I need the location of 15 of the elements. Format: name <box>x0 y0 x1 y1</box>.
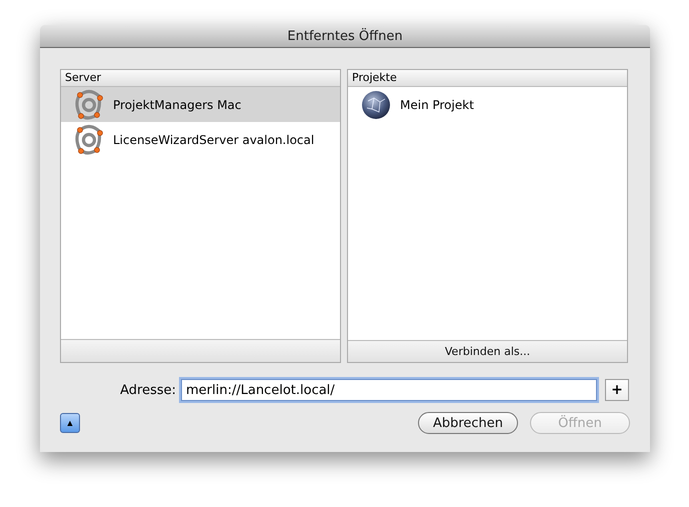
dialog-button[interactable]: Abbrechen <box>418 412 518 434</box>
address-field[interactable]: merlin://Lancelot.local/ <box>181 379 597 401</box>
connect-as-button[interactable]: Verbinden als... <box>348 340 627 362</box>
address-label: Adresse: <box>119 382 176 398</box>
project-item[interactable]: Mein Projekt <box>348 87 627 122</box>
server-item[interactable]: LicenseWizardServer avalon.local <box>61 122 340 157</box>
network-icon <box>73 88 105 120</box>
globe-icon <box>360 88 392 120</box>
disclosure-button[interactable]: ▲ <box>60 413 80 433</box>
add-button[interactable]: + <box>605 379 629 401</box>
column-header: Server <box>61 70 340 87</box>
server-item[interactable]: ProjektManagers Mac <box>61 87 340 122</box>
window-title: Entferntes Öffnen <box>287 28 403 44</box>
network-icon <box>73 124 105 156</box>
column-header: Projekte <box>348 70 627 87</box>
